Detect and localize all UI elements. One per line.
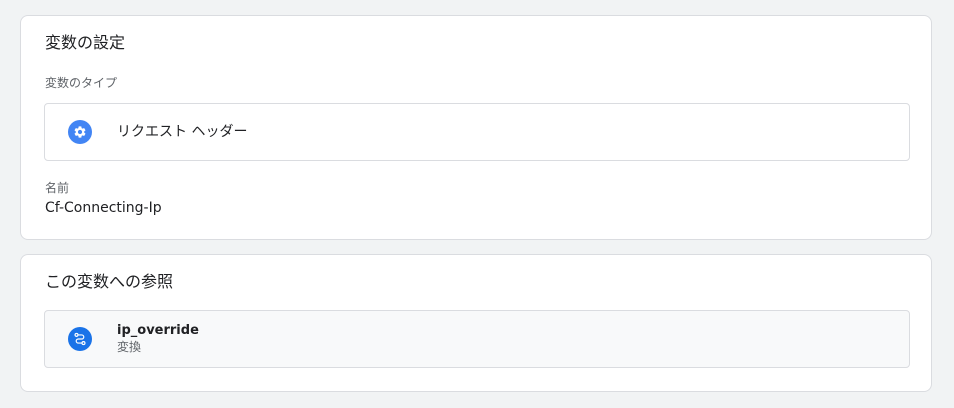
variable-references-title: この変数への参照: [45, 272, 174, 291]
transform-icon: [68, 327, 92, 351]
variable-references-card: この変数への参照 ip_override 変換: [20, 254, 932, 392]
variable-type-selector[interactable]: リクエスト ヘッダー: [44, 103, 910, 161]
reference-item-type: 変換: [117, 340, 142, 354]
variable-type-name: リクエスト ヘッダー: [117, 124, 248, 140]
variable-name-value: Cf-Connecting-Ip: [45, 200, 162, 216]
variable-settings-card: 変数の設定 変数のタイプ リクエスト ヘッダー 名前 Cf-Connecting…: [20, 15, 932, 240]
variable-type-label: 変数のタイプ: [45, 76, 118, 90]
gear-icon: [68, 120, 92, 144]
reference-item-name: ip_override: [117, 323, 199, 338]
variable-settings-title: 変数の設定: [45, 33, 126, 52]
reference-item[interactable]: ip_override 変換: [44, 310, 910, 368]
variable-name-label: 名前: [45, 181, 70, 195]
